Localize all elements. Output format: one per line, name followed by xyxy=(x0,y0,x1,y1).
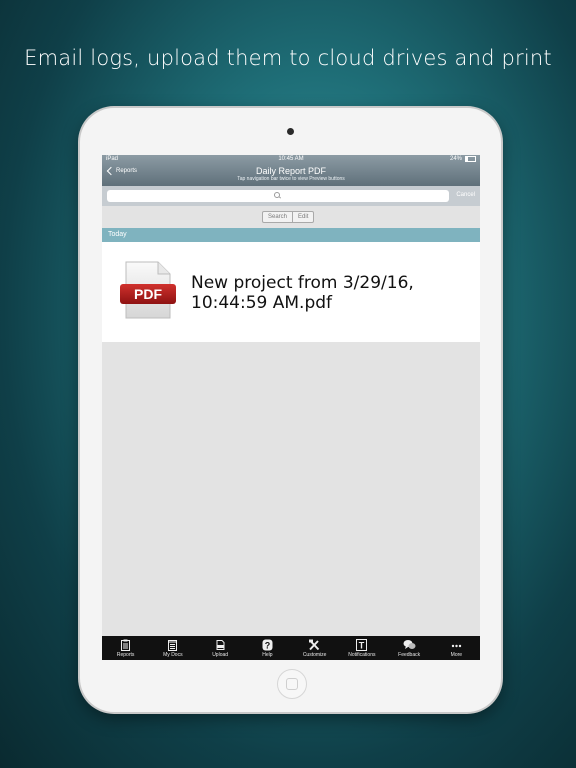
battery-status: 24% xyxy=(450,156,476,162)
file-name: New project from 3/29/16, 10:44:59 AM.pd… xyxy=(191,273,414,313)
promo-headline: Email logs, upload them to cloud drives … xyxy=(24,46,552,70)
question-icon: ? xyxy=(262,639,273,651)
clipboard-icon xyxy=(121,639,131,651)
page-title: Daily Report PDF xyxy=(255,166,327,176)
tools-icon xyxy=(309,639,320,651)
search-segment-button[interactable]: Search xyxy=(263,212,292,222)
tab-feedback[interactable]: Feedback xyxy=(386,636,433,660)
section-header-today: Today xyxy=(102,228,480,242)
edit-segment-button[interactable]: Edit xyxy=(292,212,313,222)
svg-text:T: T xyxy=(359,641,365,651)
pdf-badge-label: PDF xyxy=(134,286,162,302)
tab-notifications[interactable]: T Notifications xyxy=(338,636,385,660)
search-bar: Cancel xyxy=(102,186,480,206)
notification-icon: T xyxy=(356,639,368,651)
chat-bubbles-icon xyxy=(403,640,416,649)
more-icon xyxy=(451,644,462,648)
status-bar: iPad 10:45 AM 24% xyxy=(102,155,480,164)
cancel-button[interactable]: Cancel xyxy=(456,192,475,198)
tab-label: More xyxy=(450,652,463,658)
tab-label: My Docs xyxy=(163,652,183,658)
tab-reports[interactable]: Reports xyxy=(102,636,149,660)
tab-more[interactable]: More xyxy=(433,636,480,660)
tab-upload[interactable]: Upload xyxy=(197,636,244,660)
tab-label: Help xyxy=(262,652,273,658)
action-bar: Search Edit xyxy=(102,206,480,228)
home-button[interactable] xyxy=(277,669,307,699)
tab-label: Reports xyxy=(116,652,135,658)
tab-label: Customize xyxy=(302,652,327,658)
page-subtitle: Tap navigation bar twice to view Preview… xyxy=(237,176,345,182)
tab-label: Notifications xyxy=(348,652,376,658)
upload-icon xyxy=(216,640,225,650)
search-icon xyxy=(274,192,280,198)
app-screen: iPad 10:45 AM 24% Reports Daily Report P… xyxy=(102,155,480,660)
tab-label: Feedback xyxy=(398,652,421,658)
tab-my-docs[interactable]: My Docs xyxy=(149,636,196,660)
battery-icon xyxy=(465,156,476,162)
pdf-file-icon: PDF xyxy=(120,261,176,319)
navigation-bar[interactable]: iPad 10:45 AM 24% Reports Daily Report P… xyxy=(102,155,480,186)
svg-text:?: ? xyxy=(265,641,271,651)
ipad-frame: iPad 10:45 AM 24% Reports Daily Report P… xyxy=(80,108,501,712)
segmented-control: Search Edit xyxy=(262,211,315,223)
tab-help[interactable]: ? Help xyxy=(244,636,291,660)
tab-bar: Reports My Docs Upload ? Help Customize … xyxy=(102,636,480,660)
tab-label: Upload xyxy=(212,652,229,658)
notepad-icon xyxy=(168,640,178,651)
battery-percent: 24% xyxy=(449,156,462,162)
file-list-item[interactable]: PDF New project from 3/29/16, 10:44:59 A… xyxy=(102,242,480,342)
status-time: 10:45 AM xyxy=(278,156,304,162)
camera xyxy=(287,128,294,135)
tab-customize[interactable]: Customize xyxy=(291,636,338,660)
